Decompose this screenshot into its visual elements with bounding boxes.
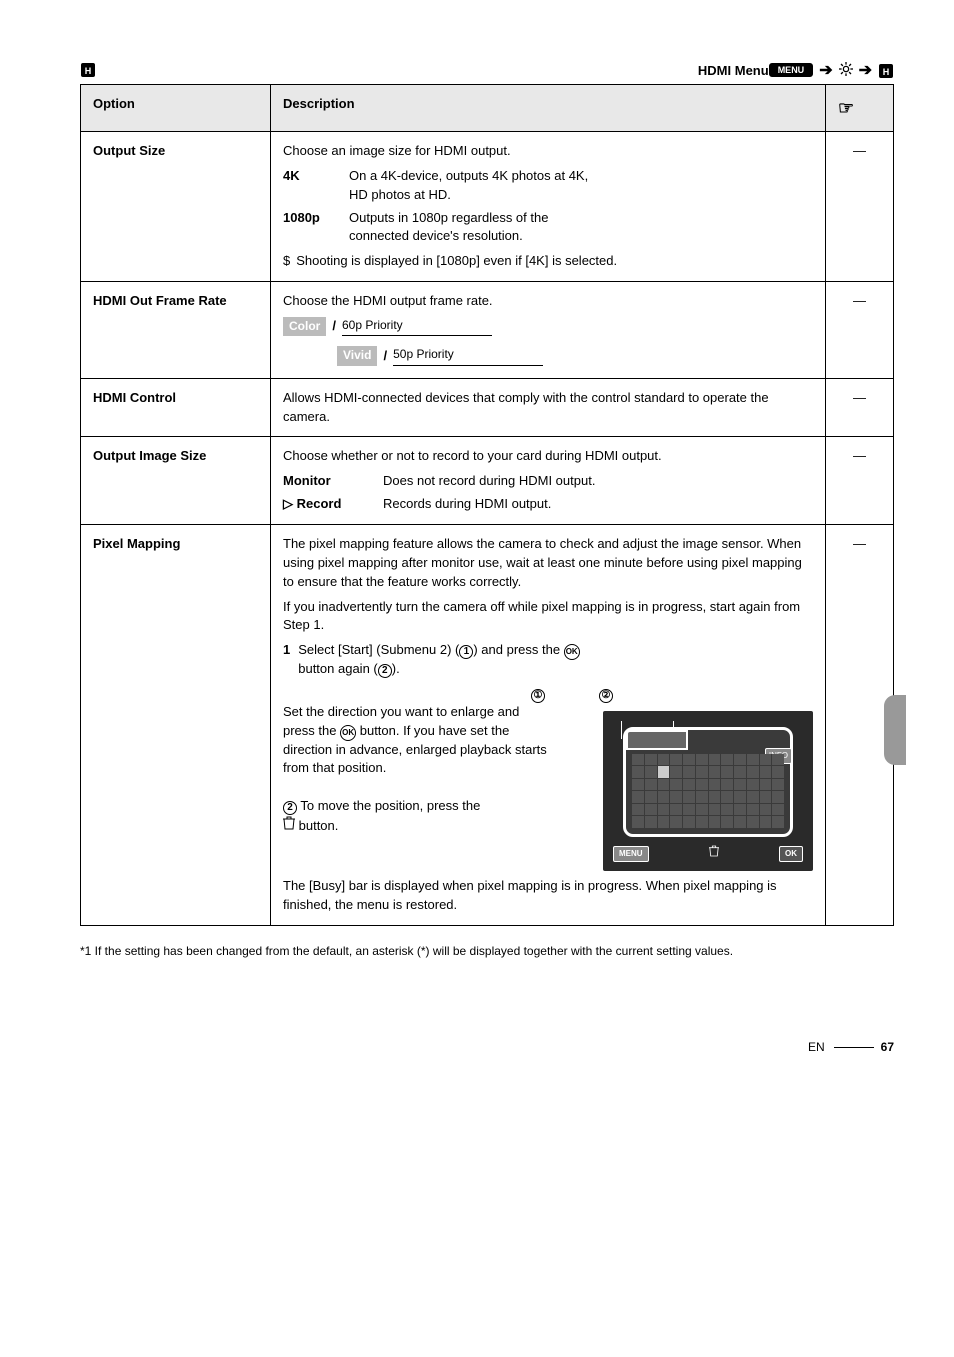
breadcrumb: H HDMI Menu MENU ➔ ➔ H [80,60,894,80]
row-hdmi-control: HDMI Control Allows HDMI-connected devic… [81,378,894,437]
trash-icon [283,818,299,833]
option-description: Allows HDMI-connected devices that compl… [271,378,826,437]
arrow-right-icon: ➔ [819,60,832,80]
ref-cell: ― [826,132,894,282]
pixmap-ok-button[interactable]: OK [779,846,803,862]
callout-1-icon: ① [531,689,545,703]
col-description-header: Description [271,85,826,132]
section-side-tab[interactable] [884,695,906,765]
step-number-1: 1 [283,641,290,679]
play-icon: ▷ [283,496,293,511]
option-description: Choose an image size for HDMI output. 4K… [271,132,826,282]
pixel-mapping-illustration: INFO [603,711,813,871]
choice-key: 4K [283,167,339,205]
choice-underline: 50p Priority [393,346,543,365]
pixel-mapping-intro2: If you inadvertently turn the camera off… [283,598,813,636]
page-info: EN 67 [80,1040,894,1054]
pixel-mapping-left-text: Set the direction you want to enlarge an… [283,703,551,836]
hdmi-submenu-icon: H [878,61,894,78]
separator: / [332,317,336,336]
choice-key: ▷ Record [283,495,373,514]
option-description: Choose the HDMI output frame rate. Color… [271,282,826,379]
ref-cell: ― [826,378,894,437]
choice-chip-vivid: Vivid [337,346,377,365]
pixel-mapping-intro1: The pixel mapping feature allows the cam… [283,535,813,592]
row-pixel-mapping: Pixel Mapping The pixel mapping feature … [81,525,894,926]
reference-hand-icon: ☞ [838,98,854,118]
option-label: Pixel Mapping [81,525,271,926]
hdmi-settings-icon: H [80,62,96,79]
tip-text: Shooting is displayed in [1080p] even if… [296,252,617,271]
separator: / [383,347,387,366]
page-lang: EN [808,1040,825,1054]
option-label: Output Image Size [81,437,271,525]
option-label: Output Size [81,132,271,282]
pixel-mapping-result: The [Busy] bar is displayed when pixel m… [283,877,813,915]
step-1: 1 Select [Start] (Submenu 2) (1) and pre… [283,641,813,679]
choice-underline: 60p Priority [342,317,492,336]
tip-icon: $ [283,252,290,271]
choice-chip-color: Color [283,317,326,336]
gear-icon [839,62,853,79]
step-circled-1: 1 [459,645,473,659]
row-output-size: Output Size Choose an image size for HDM… [81,132,894,282]
pixel-grid [632,754,784,828]
choice-value: Does not record during HDMI output. [383,472,595,491]
choice-value: Records during HDMI output. [383,495,551,514]
menu-button[interactable]: MENU [769,63,814,77]
page-number: 67 [881,1040,894,1054]
ok-button-icon: OK [340,725,356,741]
pixmap-trash-icon[interactable] [709,845,719,863]
svg-text:H: H [883,67,890,77]
row-hdmi-frame-rate: HDMI Out Frame Rate Choose the HDMI outp… [81,282,894,379]
ref-cell: ― [826,437,894,525]
settings-table: Option Description ☞ Output Size Choose … [80,84,894,926]
pixmap-menu-button[interactable]: MENU [613,846,649,862]
step-circled-2: 2 [378,664,392,678]
callout-2-icon: ② [599,689,613,703]
option-description: Choose whether or not to record to your … [271,437,826,525]
desc-line: Choose an image size for HDMI output. [283,142,813,161]
footnote: *1 If the setting has been changed from … [80,942,894,960]
option-label: HDMI Control [81,378,271,437]
option-description: The pixel mapping feature allows the cam… [271,525,826,926]
col-option-header: Option [81,85,271,132]
step-circled-2-inline: 2 [283,801,297,815]
choice-value: Outputs in 1080p regardless of the conne… [349,209,548,247]
callout-labels: ① ② [531,689,813,703]
ref-cell: ― [826,282,894,379]
row-output-image-size: Output Image Size Choose whether or not … [81,437,894,525]
arrow-right-icon: ➔ [859,60,872,80]
option-label: HDMI Out Frame Rate [81,282,271,379]
choice-value: On a 4K-device, outputs 4K photos at 4K,… [349,167,588,205]
full-area-preview [626,730,688,750]
desc-line: Choose the HDMI output frame rate. [283,292,813,311]
desc-line: Choose whether or not to record to your … [283,447,813,466]
ok-button-icon: OK [564,644,580,660]
svg-text:H: H [85,66,92,76]
choice-key: 1080p [283,209,339,247]
choice-key: Monitor [283,472,373,491]
col-ref-header: ☞ [826,85,894,132]
hdmi-menu-title: HDMI Menu [698,63,769,78]
